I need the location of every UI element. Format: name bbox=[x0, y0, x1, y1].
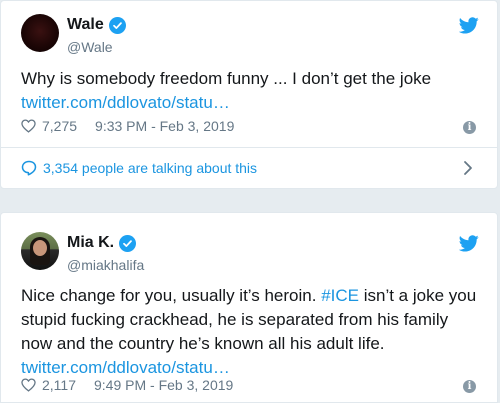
verified-badge-icon bbox=[119, 234, 137, 252]
author-name-label[interactable]: Mia K. bbox=[67, 234, 114, 252]
twitter-bird-icon[interactable] bbox=[459, 17, 479, 34]
avatar[interactable] bbox=[21, 232, 59, 270]
tweet-timestamp[interactable]: 9:49 PM - Feb 3, 2019 bbox=[94, 377, 233, 393]
like-count[interactable]: 2,117 bbox=[42, 377, 76, 393]
tweet-text: Why is somebody freedom funny ... I don’… bbox=[21, 67, 477, 115]
tweet-body: Why is somebody freedom funny ... I don’… bbox=[21, 69, 432, 88]
tweet-text: Nice change for you, usually it’s heroin… bbox=[21, 284, 477, 380]
tweet-meta: 2,117 9:49 PM - Feb 3, 2019 bbox=[21, 377, 233, 393]
avatar-face bbox=[33, 240, 47, 256]
tweet-card-wale[interactable]: Wale @Wale Why is somebody freedom funny… bbox=[0, 0, 498, 189]
heart-icon[interactable] bbox=[21, 119, 36, 133]
tweet-body-start: Nice change for you, usually it’s heroin… bbox=[21, 286, 322, 305]
conversation-link[interactable]: 3,354 people are talking about this bbox=[21, 148, 477, 188]
author-name-label[interactable]: Wale bbox=[67, 16, 104, 34]
twitter-bird-icon[interactable] bbox=[459, 235, 479, 252]
author-handle[interactable]: @miakhalifa bbox=[67, 257, 144, 273]
tweet-meta: 7,275 9:33 PM - Feb 3, 2019 bbox=[21, 118, 234, 134]
heart-icon[interactable] bbox=[21, 378, 36, 392]
tweet-timestamp[interactable]: 9:33 PM - Feb 3, 2019 bbox=[95, 118, 234, 134]
tweet-link[interactable]: twitter.com/ddlovato/statu… bbox=[21, 91, 477, 115]
author-name[interactable]: Mia K. bbox=[67, 234, 137, 252]
like-count[interactable]: 7,275 bbox=[42, 118, 77, 134]
hashtag-link[interactable]: #ICE bbox=[321, 286, 359, 305]
tweet-card-mia[interactable]: Mia K. @miakhalifa Nice change for you, … bbox=[0, 212, 498, 403]
chevron-right-icon[interactable] bbox=[463, 160, 473, 176]
author-name[interactable]: Wale bbox=[67, 16, 126, 34]
verified-badge-icon bbox=[108, 16, 126, 34]
info-icon[interactable]: i bbox=[463, 121, 476, 134]
info-icon[interactable]: i bbox=[463, 380, 476, 393]
conversation-count[interactable]: 3,354 people are talking about this bbox=[43, 160, 257, 176]
speech-bubble-icon bbox=[21, 160, 37, 176]
avatar[interactable] bbox=[21, 14, 59, 52]
author-handle[interactable]: @Wale bbox=[67, 39, 113, 55]
